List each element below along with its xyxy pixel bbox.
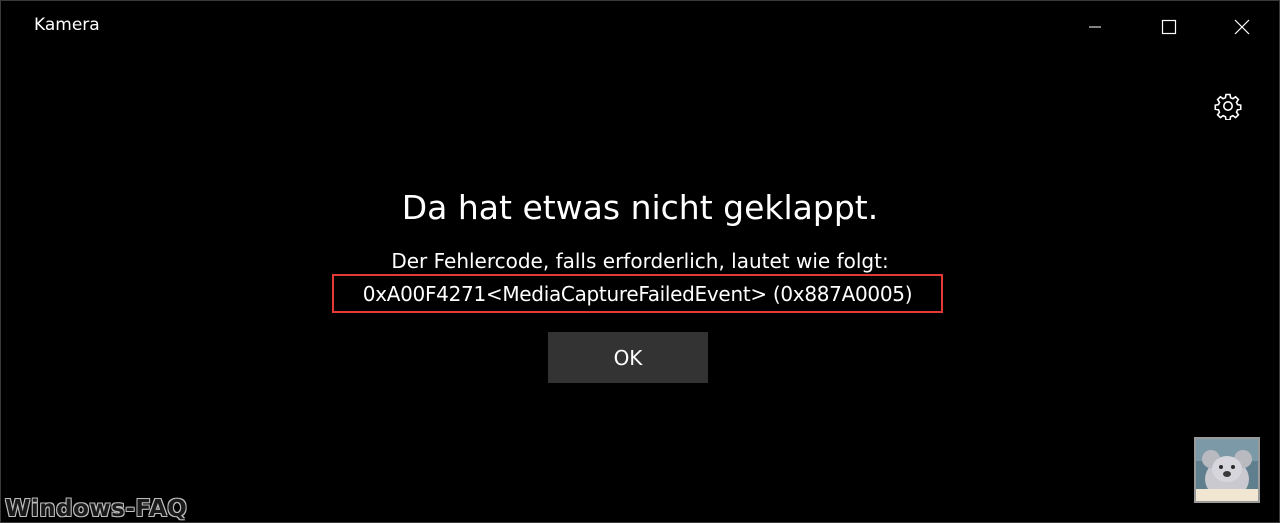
maximize-button[interactable] [1132,1,1206,53]
close-button[interactable] [1205,1,1279,53]
maximize-icon [1161,19,1177,35]
error-headline: Da hat etwas nicht geklappt. [401,188,879,227]
minimize-button[interactable] [1058,1,1132,53]
ok-button[interactable]: OK [548,332,708,383]
minimize-icon [1089,26,1101,28]
last-photo-thumbnail[interactable] [1194,437,1260,503]
camera-app-window: Kamera Da hat etwas nicht geklappt. Der … [0,0,1280,523]
gear-icon [1214,93,1242,120]
settings-button[interactable] [1209,87,1247,125]
app-title: Kamera [34,15,100,35]
error-message: Der Fehlercode, falls erforderlich, laut… [391,249,889,273]
title-bar[interactable]: Kamera [1,1,1279,53]
close-icon [1234,19,1250,35]
error-code-highlight: 0xA00F4271<MediaCaptureFailedEvent> (0x8… [332,274,943,313]
error-code: 0xA00F4271<MediaCaptureFailedEvent> (0x8… [362,281,913,306]
photo-thumbnail [1196,439,1258,501]
watermark: Windows-FAQ [5,496,188,522]
